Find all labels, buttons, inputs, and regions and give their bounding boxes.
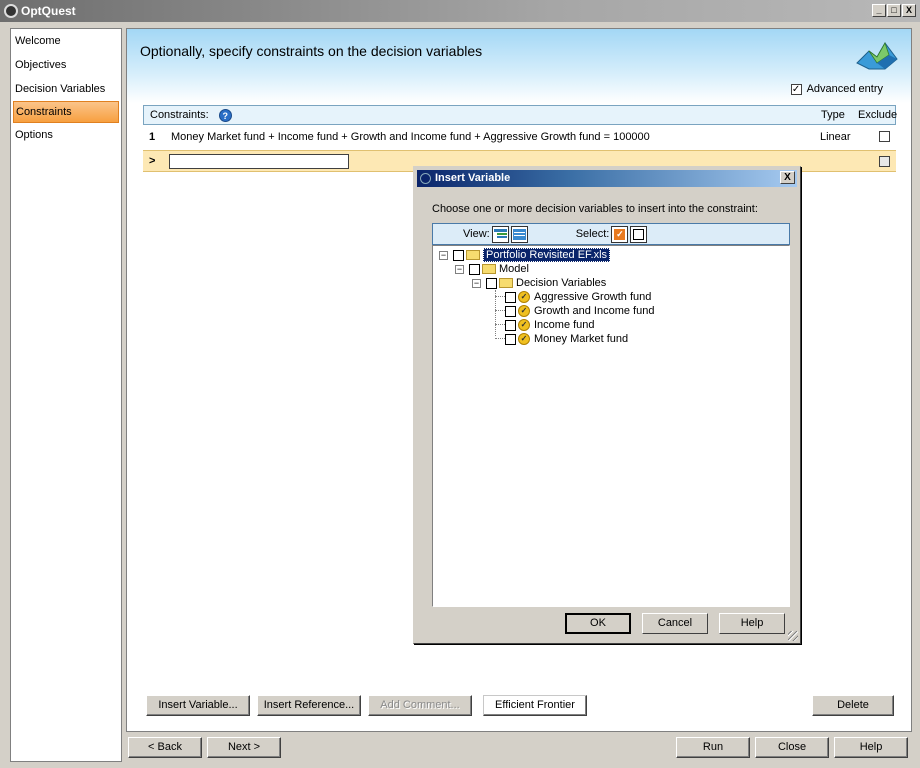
- nav-item-decision-variables[interactable]: Decision Variables: [11, 77, 121, 101]
- efficient-frontier-button[interactable]: Efficient Frontier: [483, 695, 587, 716]
- resize-grip-icon[interactable]: [788, 631, 798, 641]
- exclude-column-header: Exclude: [858, 109, 898, 121]
- tree-node-variable[interactable]: ✓ Income fund: [505, 318, 595, 332]
- advanced-entry-toggle[interactable]: ✓ Advanced entry: [790, 83, 883, 95]
- decision-variable-icon: ✓: [518, 333, 530, 345]
- tree-node-workbook[interactable]: − Portfolio Revisited EF.xls: [439, 248, 611, 262]
- type-column-header: Type: [821, 109, 845, 121]
- tree-toolbar: View: Select: ✓: [432, 223, 790, 245]
- constraint-row[interactable]: 1 Money Market fund + Income fund + Grow…: [143, 126, 896, 148]
- folder-icon: [466, 250, 480, 260]
- close-button[interactable]: Close: [755, 737, 829, 758]
- dialog-title: Insert Variable: [435, 172, 511, 184]
- delete-button[interactable]: Delete: [812, 695, 894, 716]
- advanced-entry-label: Advanced entry: [806, 83, 883, 95]
- run-button[interactable]: Run: [676, 737, 750, 758]
- select-none-icon[interactable]: [630, 225, 648, 243]
- add-comment-button[interactable]: Add Comment...: [368, 695, 472, 716]
- tree-node-variable[interactable]: ✓ Growth and Income fund: [505, 304, 654, 318]
- maximize-button[interactable]: □: [887, 4, 901, 17]
- variable-tree: − Portfolio Revisited EF.xls − Model − D…: [432, 245, 790, 607]
- insert-reference-button[interactable]: Insert Reference...: [257, 695, 361, 716]
- tree-checkbox[interactable]: [505, 305, 516, 317]
- tree-node-label: Money Market fund: [534, 333, 629, 345]
- wizard-nav: Welcome Objectives Decision Variables Co…: [10, 28, 122, 762]
- window-title: OptQuest: [21, 4, 76, 18]
- tree-node-model[interactable]: − Model: [455, 262, 529, 276]
- help-icon[interactable]: ?: [218, 108, 232, 122]
- tree-checkbox[interactable]: [505, 333, 516, 345]
- ok-button[interactable]: OK: [565, 613, 631, 634]
- new-row-marker: >: [149, 155, 156, 167]
- advanced-entry-checkbox[interactable]: ✓: [790, 83, 802, 95]
- tree-checkbox[interactable]: [505, 319, 516, 331]
- tree-view-icon[interactable]: [491, 225, 509, 243]
- folder-icon: [499, 278, 513, 288]
- nav-item-welcome[interactable]: Welcome: [11, 29, 121, 53]
- tree-node-label: Aggressive Growth fund: [534, 291, 652, 303]
- tree-checkbox[interactable]: [453, 249, 464, 261]
- view-label: View:: [463, 228, 490, 240]
- close-window-button[interactable]: X: [902, 4, 916, 17]
- insert-variable-dialog: Insert Variable X Choose one or more dec…: [413, 166, 801, 644]
- tree-node-variable[interactable]: ✓ Money Market fund: [505, 332, 628, 346]
- tree-node-label: Income fund: [534, 319, 595, 331]
- tree-node-label: Growth and Income fund: [534, 305, 655, 317]
- dialog-close-button[interactable]: X: [780, 171, 795, 184]
- window-titlebar: OptQuest _ □ X: [0, 0, 920, 22]
- constraint-number: 1: [149, 131, 156, 143]
- list-view-icon[interactable]: [510, 225, 528, 243]
- select-all-icon[interactable]: ✓: [611, 225, 629, 243]
- back-button[interactable]: < Back: [128, 737, 202, 758]
- tree-checkbox[interactable]: [505, 291, 516, 303]
- app-icon: [4, 4, 18, 18]
- folder-icon: [482, 264, 496, 274]
- dialog-help-button[interactable]: Help: [719, 613, 785, 634]
- collapse-icon[interactable]: −: [439, 250, 448, 260]
- tree-node-label: Model: [499, 263, 529, 275]
- collapse-icon[interactable]: −: [455, 264, 464, 274]
- constraint-expression[interactable]: Money Market fund + Income fund + Growth…: [171, 131, 896, 143]
- tree-checkbox[interactable]: [469, 263, 480, 275]
- tree-node-variable[interactable]: ✓ Aggressive Growth fund: [505, 290, 651, 304]
- constraints-header-label: Constraints:: [150, 109, 209, 121]
- tree-node-label: Decision Variables: [516, 277, 607, 289]
- tree-checkbox[interactable]: [486, 277, 497, 289]
- new-row-exclude-checkbox[interactable]: [879, 156, 890, 167]
- minimize-button[interactable]: _: [872, 4, 886, 17]
- decision-variable-icon: ✓: [518, 291, 530, 303]
- nav-item-options[interactable]: Options: [11, 123, 121, 147]
- tree-node-decision-variables[interactable]: − Decision Variables: [472, 276, 606, 290]
- nav-item-objectives[interactable]: Objectives: [11, 53, 121, 77]
- nav-item-constraints[interactable]: Constraints: [13, 101, 119, 123]
- constraint-type: Linear: [820, 131, 851, 143]
- tree-node-label: Portfolio Revisited EF.xls: [483, 248, 611, 262]
- dialog-cancel-button[interactable]: Cancel: [642, 613, 708, 634]
- help-button[interactable]: Help: [834, 737, 908, 758]
- page-title: Optionally, specify constraints on the d…: [140, 43, 483, 59]
- new-constraint-input[interactable]: [169, 153, 349, 169]
- dialog-icon: [420, 173, 431, 184]
- optquest-logo-icon: [856, 42, 898, 70]
- decision-variable-icon: ✓: [518, 305, 530, 317]
- dialog-titlebar: Insert Variable X: [417, 170, 797, 187]
- dialog-prompt: Choose one or more decision variables to…: [432, 203, 758, 215]
- decision-variable-icon: ✓: [518, 319, 530, 331]
- next-button[interactable]: Next >: [207, 737, 281, 758]
- select-label: Select:: [575, 228, 610, 240]
- insert-variable-button[interactable]: Insert Variable...: [146, 695, 250, 716]
- constraints-grid-header: Constraints: ? Type Exclude: [143, 105, 898, 125]
- window-controls: _ □ X: [872, 4, 916, 17]
- collapse-icon[interactable]: −: [472, 278, 481, 288]
- exclude-checkbox[interactable]: [879, 131, 890, 142]
